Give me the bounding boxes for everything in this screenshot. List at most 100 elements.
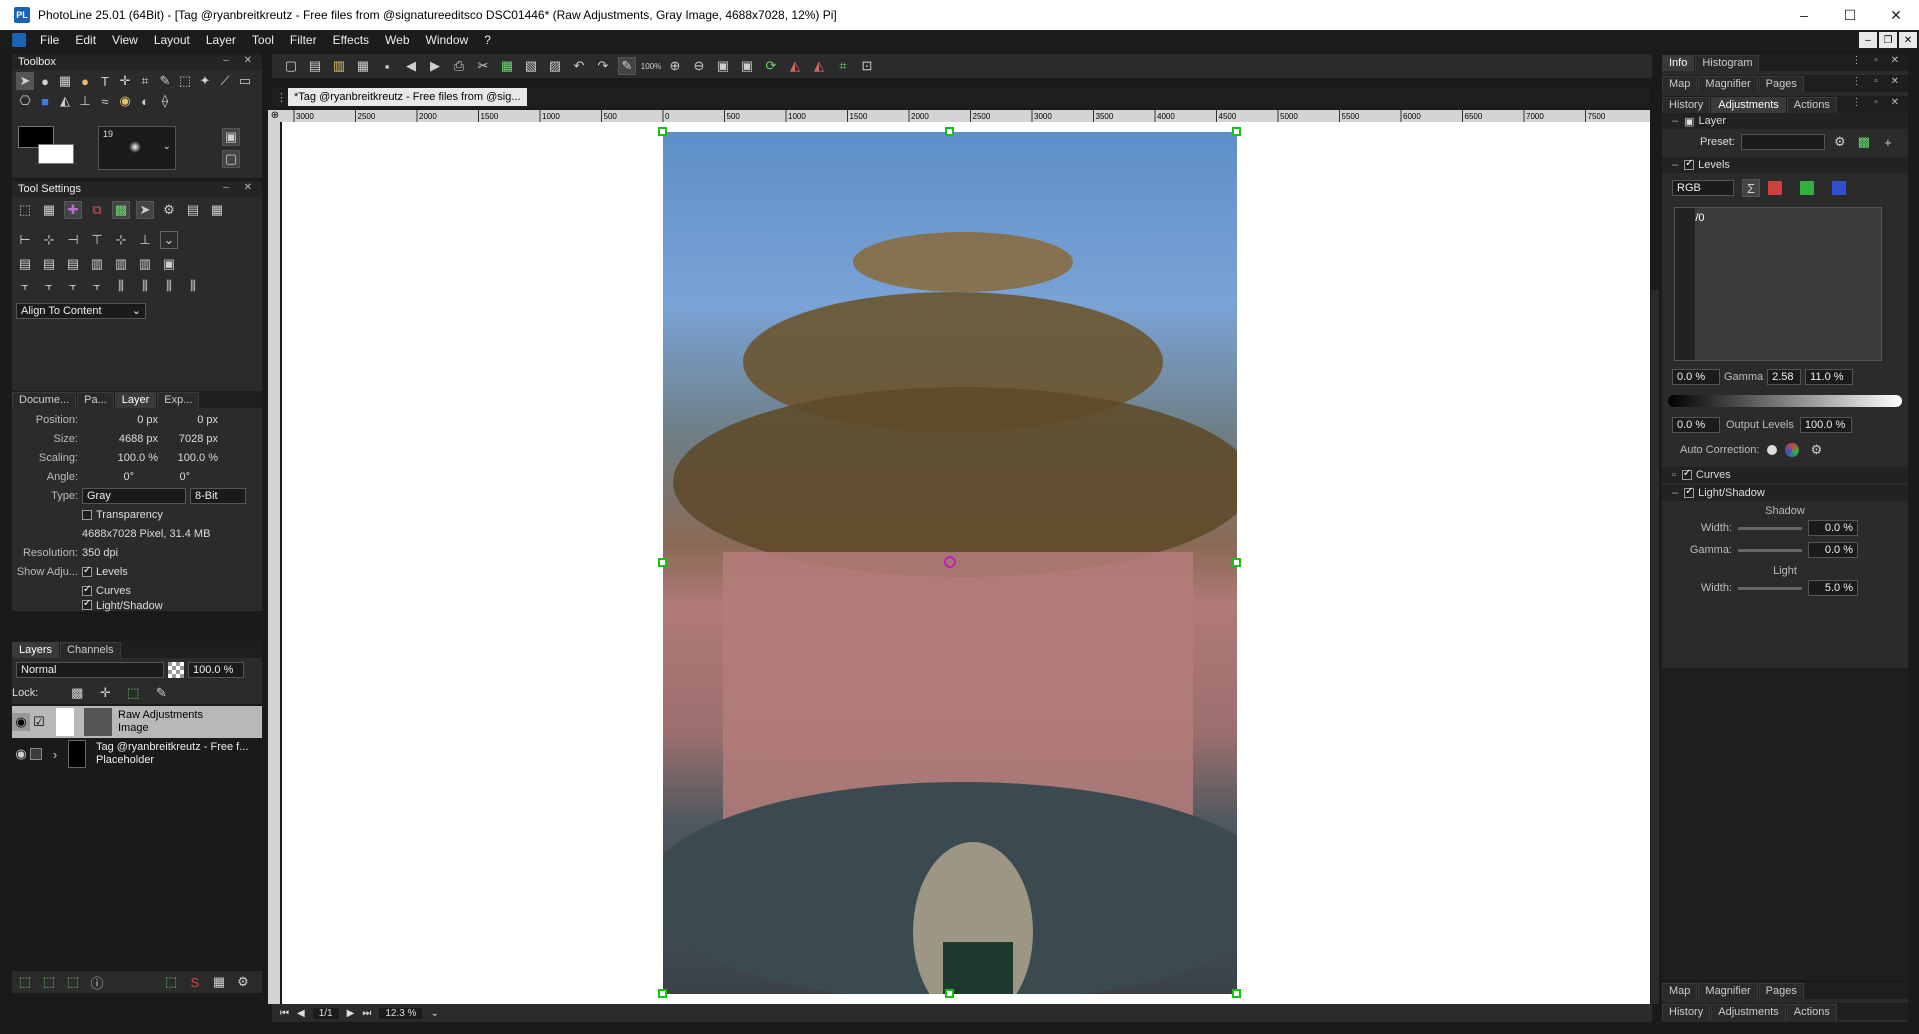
- gear-icon[interactable]: ⚙: [1831, 133, 1849, 151]
- position-x-value[interactable]: 0 px: [78, 414, 158, 426]
- grid-view-icon[interactable]: ▤: [184, 201, 202, 219]
- align-center-v-icon[interactable]: ⊹: [112, 231, 130, 249]
- menu-edit[interactable]: Edit: [67, 33, 104, 47]
- selection-handle[interactable]: [1232, 989, 1241, 998]
- gear-icon[interactable]: ⚙: [160, 201, 178, 219]
- selection-tool-icon[interactable]: ⬚: [176, 72, 194, 90]
- zoom-in-icon[interactable]: ⊕: [666, 57, 684, 75]
- shadow-gamma-field[interactable]: 0.0 %: [1808, 542, 1858, 558]
- vertical-ruler[interactable]: [268, 122, 280, 1004]
- output-low-field[interactable]: 0.0 %: [1672, 417, 1720, 433]
- type-select[interactable]: Gray: [82, 487, 186, 504]
- bit-select[interactable]: 8-Bit: [190, 487, 246, 504]
- input-high-field[interactable]: 11.0 %: [1805, 369, 1854, 385]
- pen-tool-icon[interactable]: ✎: [156, 72, 174, 90]
- copy-icon[interactable]: ▦: [498, 57, 516, 75]
- size-h-value[interactable]: 7028 px: [158, 433, 218, 445]
- gear-icon[interactable]: ⚙: [234, 973, 252, 991]
- auto-gray-button[interactable]: [1767, 445, 1778, 455]
- tab-pages[interactable]: Pages: [1758, 76, 1804, 92]
- grid-icon[interactable]: ▦: [40, 201, 58, 219]
- angle-value[interactable]: 0°: [78, 471, 134, 483]
- light-width-slider[interactable]: [1738, 586, 1802, 590]
- table-icon[interactable]: ▦: [208, 201, 226, 219]
- transparency-checkbox[interactable]: [82, 509, 92, 520]
- crop-tool-icon[interactable]: ⌗: [136, 72, 154, 90]
- back-icon[interactable]: ◀: [402, 57, 420, 75]
- first-page-icon[interactable]: ⏮: [280, 1008, 289, 1019]
- eye-icon[interactable]: ◉: [12, 713, 30, 731]
- shadow-width-field[interactable]: 0.0 %: [1808, 520, 1858, 536]
- ruler-origin-icon[interactable]: ⊕: [268, 110, 282, 122]
- new-layer-icon[interactable]: ⬚: [16, 973, 34, 991]
- expand-icon[interactable]: ›: [46, 745, 64, 763]
- brush-tool-icon[interactable]: ⟋: [216, 72, 234, 90]
- fill-tool-icon[interactable]: ■: [36, 92, 54, 110]
- transform-icon[interactable]: ⬚: [16, 201, 34, 219]
- prev-page-icon[interactable]: ◀: [297, 1008, 305, 1019]
- lock-size-icon[interactable]: ⬚: [124, 684, 142, 702]
- position-y-value[interactable]: 0 px: [158, 414, 218, 426]
- mask-icon[interactable]: ▣: [222, 128, 240, 146]
- lock-paint-icon[interactable]: ✎: [152, 684, 170, 702]
- eye-icon[interactable]: ◉: [12, 745, 30, 763]
- text-tool-icon[interactable]: T: [96, 72, 114, 90]
- gradient-tool-icon[interactable]: ▦: [56, 72, 74, 90]
- tab-export[interactable]: Exp...: [157, 392, 200, 408]
- tab-map-bottom[interactable]: Map: [1662, 983, 1698, 999]
- eraser-tool-icon[interactable]: ▭: [236, 72, 254, 90]
- clone-tool-icon[interactable]: ⎔: [16, 92, 34, 110]
- light-shadow-checkbox[interactable]: [82, 600, 92, 610]
- move-tool-icon[interactable]: ✛: [116, 72, 134, 90]
- align-left-icon[interactable]: ⊢: [16, 231, 34, 249]
- rotate-icon[interactable]: ⟳: [762, 57, 780, 75]
- resolution-value[interactable]: 350 dpi: [78, 547, 118, 559]
- chevron-down-icon[interactable]: ⌄: [430, 1008, 438, 1019]
- selection-handle[interactable]: [945, 989, 954, 998]
- center-point-icon[interactable]: [944, 556, 956, 568]
- forward-icon[interactable]: ▶: [426, 57, 444, 75]
- tab-histogram[interactable]: Histogram: [1695, 55, 1760, 71]
- tab-info[interactable]: Info: [1662, 55, 1695, 71]
- selection-handle[interactable]: [1232, 558, 1241, 567]
- align-right-icon[interactable]: ⊣: [64, 231, 82, 249]
- add-icon[interactable]: ✚: [64, 201, 82, 219]
- curves-checkbox[interactable]: [82, 584, 92, 596]
- flip-v-icon[interactable]: ◭: [810, 57, 828, 75]
- browse-icon[interactable]: ▦: [354, 57, 372, 75]
- checkbox-icon[interactable]: ☑: [30, 713, 48, 731]
- duplicate-layer-icon[interactable]: ⬚: [64, 973, 82, 991]
- tab-magnifier-bottom[interactable]: Magnifier: [1698, 983, 1758, 999]
- canvas-area[interactable]: [282, 122, 1650, 1004]
- distribute-bottom-icon[interactable]: ▤: [64, 255, 82, 273]
- new-doc-icon[interactable]: ▢: [282, 57, 300, 75]
- tab-layer[interactable]: Layer: [114, 392, 157, 408]
- photo-image[interactable]: [658, 127, 1241, 998]
- menu-web[interactable]: Web: [377, 33, 417, 47]
- align-center-h-icon[interactable]: ⊹: [40, 231, 58, 249]
- pointer-icon[interactable]: ➤: [136, 201, 154, 219]
- output-gradient-slider[interactable]: [1668, 395, 1902, 407]
- lock-transparency-icon[interactable]: ▩: [68, 684, 86, 702]
- tab-history[interactable]: History: [1662, 97, 1711, 113]
- eyedropper-tool-icon[interactable]: ⟠: [156, 92, 174, 110]
- link-icon[interactable]: ⧉: [88, 201, 106, 219]
- distribute-right-icon[interactable]: ▥: [136, 255, 154, 273]
- menu-filter[interactable]: Filter: [282, 33, 325, 47]
- crop-icon[interactable]: ⌗: [834, 57, 852, 75]
- next-page-icon[interactable]: ▶: [347, 1008, 355, 1019]
- menu-layout[interactable]: Layout: [146, 33, 198, 47]
- menu-window[interactable]: Window: [418, 33, 477, 47]
- selection-handle[interactable]: [945, 127, 954, 136]
- selection-handle[interactable]: [658, 127, 667, 136]
- flip-h-icon[interactable]: ◭: [786, 57, 804, 75]
- shape-tool-icon[interactable]: ●: [76, 72, 94, 90]
- fullscreen-icon[interactable]: ▣: [738, 57, 756, 75]
- distribute-hcenter-icon[interactable]: ▥: [112, 255, 130, 273]
- auto-color-button[interactable]: [1785, 443, 1800, 457]
- zoom-input[interactable]: 12.3 %: [379, 1007, 423, 1019]
- info-icon[interactable]: ⓘ: [88, 973, 106, 991]
- tab-layers[interactable]: Layers: [12, 642, 60, 658]
- maximize-button[interactable]: ☐: [1827, 0, 1873, 30]
- tab-channels[interactable]: Channels: [60, 642, 121, 658]
